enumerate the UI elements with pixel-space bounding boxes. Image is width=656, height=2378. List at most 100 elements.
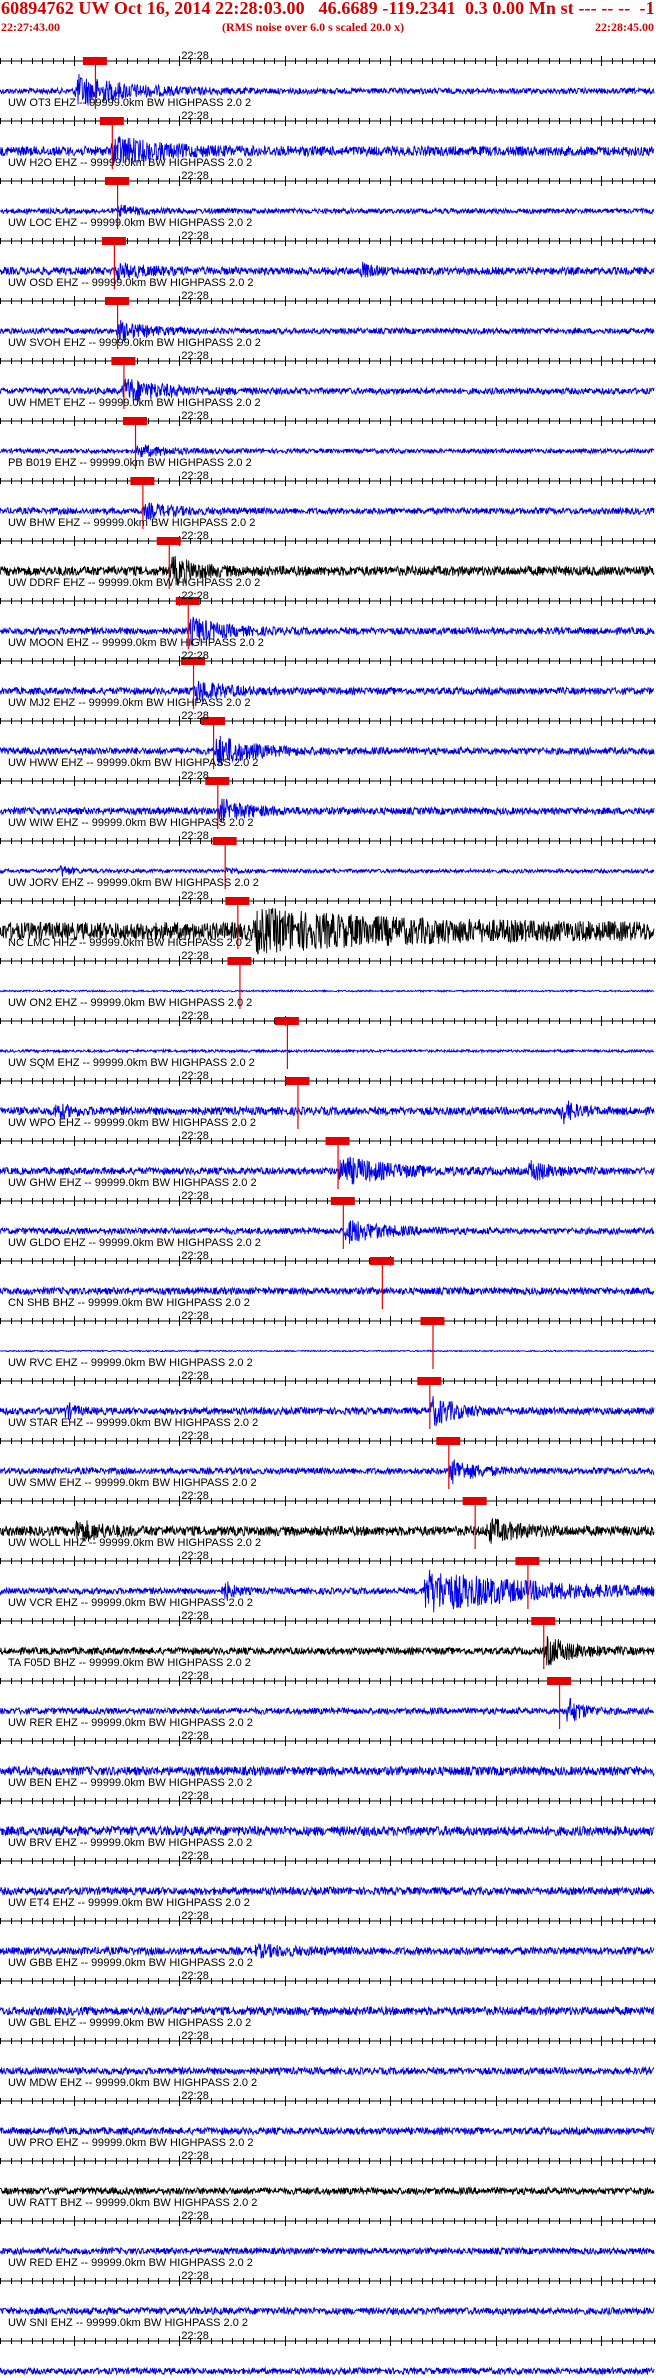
pick-flag — [130, 477, 155, 485]
pick-flag — [547, 1677, 572, 1685]
minute-tick-label: 22:28 — [181, 1910, 209, 1922]
pick-flag — [227, 957, 252, 965]
station-label: UW SNI EHZ -- 99999.0km BW HIGHPASS 2.0 … — [8, 2317, 248, 2329]
station-label: TA F05D BHZ -- 99999.0km BW HIGHPASS 2.0… — [8, 1657, 251, 1669]
station-label: UW PRO EHZ -- 99999.0km BW HIGHPASS 2.0 … — [8, 2137, 254, 2149]
pick-flag — [330, 1197, 355, 1205]
station-label: UW OT3 EHZ -- 99999.0km BW HIGHPASS 2.0 … — [8, 97, 251, 109]
station-label: UW HWW EHZ -- 99999.0km BW HIGHPASS 2.0 … — [8, 757, 258, 769]
station-label: UW GHW EHZ -- 99999.0km BW HIGHPASS 2.0 … — [8, 1177, 257, 1189]
pick-flag — [369, 1257, 394, 1265]
pick-flag — [274, 1017, 299, 1025]
minute-tick-label: 22:28 — [181, 1130, 209, 1142]
pick-flag — [105, 177, 130, 185]
pick-flag — [105, 297, 130, 305]
station-label: UW WPO EHZ -- 99999.0km BW HIGHPASS 2.0 … — [8, 1117, 256, 1129]
station-label: UW VCR EHZ -- 99999.0km BW HIGHPASS 2.0 … — [8, 1597, 253, 1609]
minute-tick-label: 22:28 — [181, 530, 209, 542]
station-label: UW SMW EHZ -- 99999.0km BW HIGHPASS 2.0 … — [8, 1477, 257, 1489]
pick-flag — [123, 417, 148, 425]
station-label: UW RER EHZ -- 99999.0km BW HIGHPASS 2.0 … — [8, 1717, 253, 1729]
minute-tick-label: 22:28 — [181, 710, 209, 722]
station-label: UW MDW EHZ -- 99999.0km BW HIGHPASS 2.0 … — [8, 2077, 257, 2089]
station-label: UW STAR EHZ -- 99999.0km BW HIGHPASS 2.0… — [8, 1417, 258, 1429]
minute-tick-label: 22:28 — [181, 1070, 209, 1082]
station-label: UW WIW EHZ -- 99999.0km BW HIGHPASS 2.0 … — [8, 817, 254, 829]
station-label: UW GLDO EHZ -- 99999.0km BW HIGHPASS 2.0… — [8, 1237, 261, 1249]
minute-tick-label: 22:28 — [181, 110, 209, 122]
station-label: PB B019 EHZ -- 99999.0km BW HIGHPASS 2.0… — [8, 457, 252, 469]
minute-tick-label: 22:28 — [181, 2150, 209, 2162]
minute-tick-label: 22:28 — [181, 1670, 209, 1682]
station-label: CN SHB BHZ -- 99999.0km BW HIGHPASS 2.0 … — [8, 1297, 250, 1309]
station-label: UW RATT BHZ -- 99999.0km BW HIGHPASS 2.0… — [8, 2197, 257, 2209]
station-label: UW HMET EHZ -- 99999.0km BW HIGHPASS 2.0… — [8, 397, 261, 409]
minute-tick-label: 22:28 — [181, 1370, 209, 1382]
pick-flag — [531, 1617, 556, 1625]
plot-header: 60894762 UW Oct 16, 2014 22:28:03.00 46.… — [0, 0, 656, 34]
station-label: UW JORV EHZ -- 99999.0km BW HIGHPASS 2.0… — [8, 877, 259, 889]
minute-tick-label: 22:28 — [181, 1430, 209, 1442]
minute-tick-label: 22:28 — [181, 1250, 209, 1262]
minute-tick-label: 22:28 — [181, 410, 209, 422]
pick-flag — [111, 357, 136, 365]
minute-tick-label: 22:28 — [181, 170, 209, 182]
station-label: UW LOC EHZ -- 99999.0km BW HIGHPASS 2.0 … — [8, 217, 252, 229]
pick-flag — [420, 1317, 445, 1325]
station-label: UW RED EHZ -- 99999.0km BW HIGHPASS 2.0 … — [8, 2257, 253, 2269]
station-label: UW SVOH EHZ -- 99999.0km BW HIGHPASS 2.0… — [8, 337, 261, 349]
station-label: UW MJ2 EHZ -- 99999.0km BW HIGHPASS 2.0 … — [8, 697, 250, 709]
start-time-label: 22:27:43.00 — [1, 20, 60, 34]
minute-tick-label: 22:28 — [181, 290, 209, 302]
minute-tick-label: 22:28 — [181, 1970, 209, 1982]
minute-tick-label: 22:28 — [181, 1190, 209, 1202]
pick-flag — [325, 1137, 350, 1145]
station-label: UW GBB EHZ -- 99999.0km BW HIGHPASS 2.0 … — [8, 1957, 253, 1969]
station-label: UW GBL EHZ -- 99999.0km BW HIGHPASS 2.0 … — [8, 2017, 251, 2029]
station-label: UW ET4 EHZ -- 99999.0km BW HIGHPASS 2.0 … — [8, 1897, 250, 1909]
minute-tick-label: 22:28 — [181, 470, 209, 482]
pick-flag — [99, 117, 124, 125]
pick-flag — [101, 237, 126, 245]
pick-flag — [462, 1497, 487, 1505]
minute-tick-label: 22:28 — [181, 830, 209, 842]
minute-tick-label: 22:28 — [181, 230, 209, 242]
station-label: UW MOON EHZ -- 99999.0km BW HIGHPASS 2.0… — [8, 637, 264, 649]
end-time-label: 22:28:45.00 — [595, 20, 654, 34]
minute-tick-label: 22:28 — [181, 2030, 209, 2042]
pick-flag — [515, 1557, 540, 1565]
station-label: UW SQM EHZ -- 99999.0km BW HIGHPASS 2.0 … — [8, 1057, 255, 1069]
minute-tick-label: 22:28 — [181, 1850, 209, 1862]
pick-flag — [285, 1077, 310, 1085]
minute-tick-label: 22:28 — [181, 1010, 209, 1022]
station-label: UW ON2 EHZ -- 99999.0km BW HIGHPASS 2.0 … — [8, 997, 252, 1009]
seismogram-plot: 22:28 22:28 22:28 22:28 22:28 22:28 22:28 22:28… — [0, 34, 656, 2378]
pick-flag — [417, 1377, 442, 1385]
pick-flag — [82, 57, 107, 65]
minute-tick-label: 22:28 — [181, 350, 209, 362]
minute-tick-label: 22:28 — [181, 1730, 209, 1742]
station-label: UW RVC EHZ -- 99999.0km BW HIGHPASS 2.0 … — [8, 1357, 253, 1369]
minute-tick-label: 22:28 — [181, 50, 209, 62]
minute-tick-label: 22:28 — [181, 1550, 209, 1562]
minute-tick-label: 22:28 — [181, 890, 209, 902]
minute-tick-label: 22:28 — [181, 1610, 209, 1622]
minute-tick-label: 22:28 — [181, 770, 209, 782]
event-title: 60894762 UW Oct 16, 2014 22:28:03.00 46.… — [1, 0, 655, 18]
pick-flag — [156, 537, 181, 545]
minute-tick-label: 22:28 — [181, 950, 209, 962]
station-label: UW BHW EHZ -- 99999.0km BW HIGHPASS 2.0 … — [8, 517, 255, 529]
station-label: UW WOLL HHZ -- 99999.0km BW HIGHPASS 2.0… — [8, 1537, 261, 1549]
minute-tick-label: 22:28 — [181, 1310, 209, 1322]
minute-tick-label: 22:28 — [181, 2090, 209, 2102]
station-label: UW BEN EHZ -- 99999.0km BW HIGHPASS 2.0 … — [8, 1777, 252, 1789]
minute-tick-label: 22:28 — [181, 1490, 209, 1502]
minute-tick-label: 22:28 — [181, 2210, 209, 2222]
pick-flag — [225, 897, 250, 905]
rms-noise-note: (RMS noise over 6.0 s scaled 20.0 x) — [222, 20, 405, 34]
minute-tick-label: 22:28 — [181, 2270, 209, 2282]
minute-tick-label: 22:28 — [181, 650, 209, 662]
pick-flag — [205, 777, 230, 785]
station-label: UW OSD EHZ -- 99999.0km BW HIGHPASS 2.0 … — [8, 277, 254, 289]
station-label: UW BRV EHZ -- 99999.0km BW HIGHPASS 2.0 … — [8, 1837, 252, 1849]
